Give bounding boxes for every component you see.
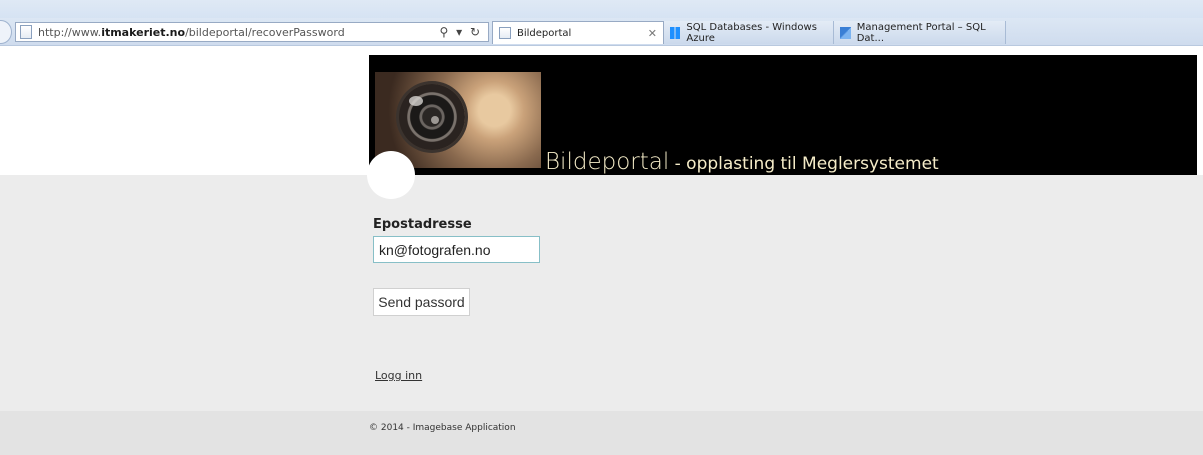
site-banner: Bildeportal - opplasting til Meglersyste… xyxy=(369,55,1197,175)
url-host: itmakeriet.no xyxy=(101,25,186,39)
window-titlebar xyxy=(0,0,1203,18)
close-icon[interactable]: ✕ xyxy=(648,27,657,40)
back-button[interactable] xyxy=(0,20,12,44)
decorative-circle xyxy=(367,151,415,199)
azure-icon xyxy=(840,26,851,39)
dropdown-icon[interactable]: ▾ xyxy=(456,25,464,39)
refresh-icon[interactable]: ↻ xyxy=(470,25,482,39)
tab-label: Management Portal – SQL Dat... xyxy=(856,21,986,44)
search-icon[interactable]: ⚲ xyxy=(439,25,450,39)
tab-label: Bildeportal xyxy=(517,27,572,39)
browser-navbar: http://www. itmakeriet.no/bildeportal/rec… xyxy=(0,18,1203,46)
footer-text: © 2014 - Imagebase Application xyxy=(369,423,516,433)
address-tools: ⚲ ▾ ↻ xyxy=(439,25,482,39)
tab-label: SQL Databases - Windows Azure xyxy=(686,21,817,44)
page-footer: © 2014 - Imagebase Application xyxy=(0,411,1203,455)
brand-subtitle: - opplasting til Meglersystemet xyxy=(669,154,939,174)
address-bar[interactable]: http://www. itmakeriet.no/bildeportal/rec… xyxy=(15,22,489,42)
email-field[interactable] xyxy=(373,236,540,263)
email-label: Epostadresse xyxy=(373,217,472,232)
site-brand: Bildeportal - opplasting til Meglersyste… xyxy=(545,149,939,175)
url-path: /bildeportal/recoverPassword xyxy=(185,25,345,39)
main-content: Epostadresse Send passord Logg inn xyxy=(0,151,1203,411)
header-left-blank xyxy=(0,47,369,175)
sql-databases-icon xyxy=(670,26,681,39)
tab-management-portal[interactable]: Management Portal – SQL Dat... xyxy=(834,21,1006,44)
url-prefix: http://www. xyxy=(38,25,102,39)
brand-title: Bildeportal xyxy=(545,149,670,175)
send-password-button[interactable]: Send passord xyxy=(373,288,470,316)
page-icon xyxy=(20,25,32,39)
tab-bildeportal[interactable]: Bildeportal ✕ xyxy=(492,21,664,44)
login-link[interactable]: Logg inn xyxy=(375,369,422,382)
web-page: Bildeportal - opplasting til Meglersyste… xyxy=(0,47,1203,455)
tab-sql-databases[interactable]: SQL Databases - Windows Azure xyxy=(664,21,834,44)
page-icon xyxy=(499,27,511,39)
